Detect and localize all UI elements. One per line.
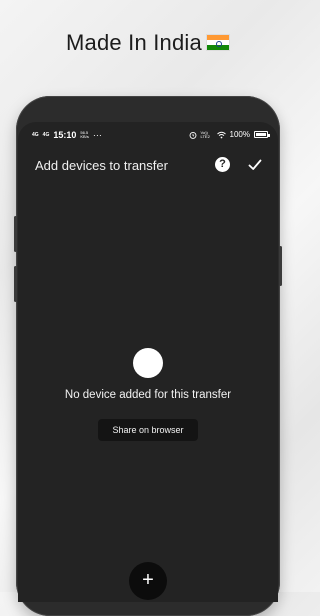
wifi-icon <box>216 131 226 138</box>
speed-unit: KB/s <box>80 134 89 139</box>
empty-state-message: No device added for this transfer <box>64 389 232 401</box>
share-on-browser-button[interactable]: Share on browser <box>98 419 198 441</box>
battery-percent: 100% <box>229 130 250 139</box>
network-indicator: 4G <box>32 131 39 138</box>
status-bar: 4G 4G 15:10 56.5 KB/s ··· Vo)) LTE2 100% <box>18 128 278 142</box>
more-notifications-icon: ··· <box>92 130 102 140</box>
india-flag-icon <box>205 34 230 51</box>
confirm-check-icon[interactable] <box>247 157 263 173</box>
empty-state-icon <box>133 348 163 378</box>
phone-side-button <box>14 266 17 302</box>
phone-side-button <box>279 246 282 286</box>
battery-icon <box>254 131 270 138</box>
status-time: 15:10 <box>53 130 77 140</box>
page-title: Add devices to transfer <box>35 158 168 173</box>
help-button[interactable]: ? <box>215 157 230 172</box>
alarm-icon <box>189 131 196 139</box>
volte-indicator: Vo)) LTE2 <box>200 129 210 139</box>
add-device-button[interactable]: + <box>129 562 167 600</box>
headline: Made In India <box>0 30 296 56</box>
headline-text: Made In India <box>66 30 202 55</box>
phone-side-button <box>14 216 17 252</box>
network-indicator: 4G <box>42 131 50 138</box>
app-screen: 4G 4G 15:10 56.5 KB/s ··· Vo)) LTE2 100%… <box>18 122 278 602</box>
